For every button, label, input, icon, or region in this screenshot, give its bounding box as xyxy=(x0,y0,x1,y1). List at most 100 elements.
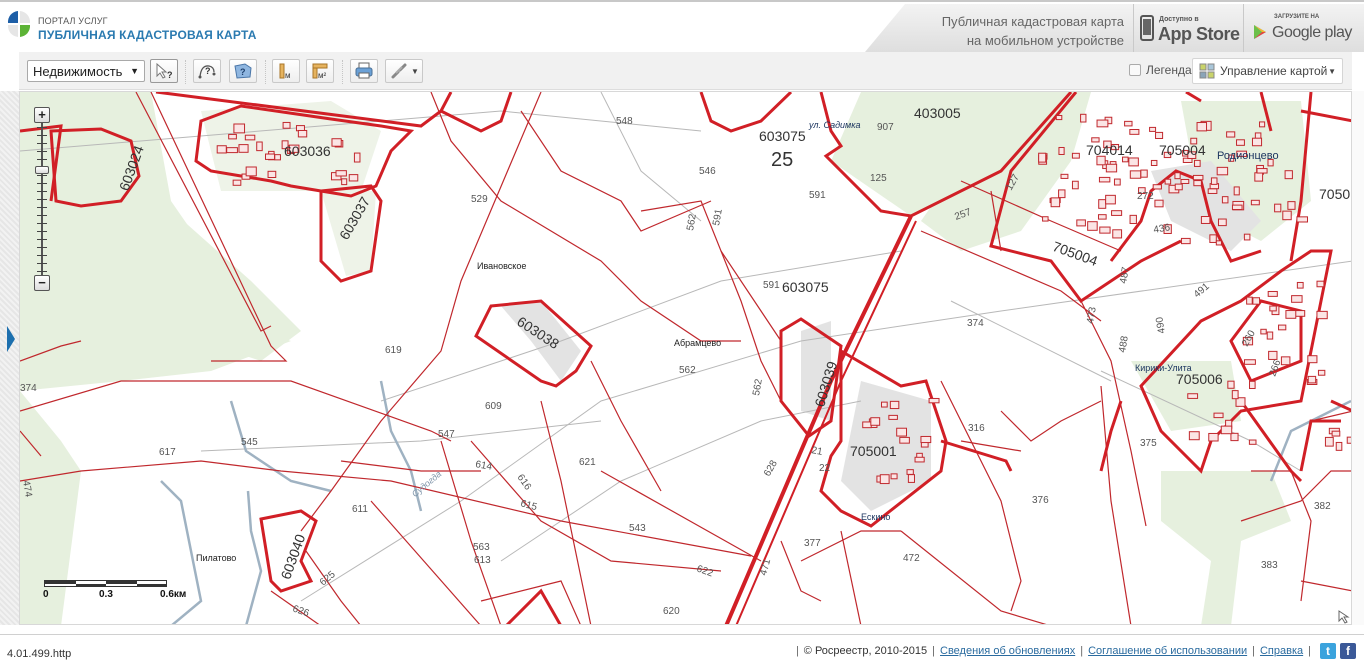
legend-toggle[interactable]: Легенда xyxy=(1129,63,1192,77)
building-outline xyxy=(282,121,291,129)
curve-question-icon: ? xyxy=(198,65,216,79)
zoom-out-button[interactable]: − xyxy=(34,275,50,291)
parcel-label: 487 xyxy=(1118,266,1132,285)
building-outline xyxy=(341,178,348,186)
zoom-in-button[interactable]: + xyxy=(34,107,50,123)
zoom-slider[interactable]: + − xyxy=(34,107,50,291)
building-outline xyxy=(1180,178,1190,184)
panel-expand-icon[interactable] xyxy=(7,326,15,352)
building-outline xyxy=(870,417,881,426)
building-outline xyxy=(1236,139,1245,146)
terms-link[interactable]: Соглашение об использовании xyxy=(1088,645,1247,657)
building-outline xyxy=(274,154,281,161)
identify-tool-button[interactable]: ? xyxy=(150,59,178,83)
building-outline xyxy=(1098,199,1107,209)
legend-checkbox[interactable] xyxy=(1129,64,1141,76)
identify-polygon-tool-button[interactable]: ? xyxy=(229,59,257,83)
portal-title[interactable]: ПУБЛИЧНАЯ КАДАСТРОВАЯ КАРТА xyxy=(38,28,257,42)
googleplay-button[interactable]: ЗАГРУЗИТЕ НА Google play xyxy=(1243,4,1364,52)
parcel-label: 545 xyxy=(241,437,258,448)
toolbar-separator xyxy=(342,60,343,84)
building-outline xyxy=(1254,132,1262,139)
building-outline xyxy=(238,144,249,153)
map-control-label: Управление картой xyxy=(1220,64,1328,78)
zoom-tick xyxy=(37,175,47,176)
appstore-button[interactable]: Доступно в App Store xyxy=(1133,4,1243,52)
identify-line-tool-button[interactable]: ? xyxy=(193,59,221,83)
building-outline xyxy=(1098,176,1111,183)
building-outline xyxy=(1282,210,1292,221)
building-outline xyxy=(1269,305,1277,312)
cadastral-map[interactable]: 603036 603037 603024 603038 603039 60304… xyxy=(19,91,1352,625)
quarter-label: 603075 xyxy=(759,128,806,144)
footer-separator: | xyxy=(795,645,799,657)
footer: 4.01.499.http | © Росреестр, 2010-2015 |… xyxy=(0,634,1364,668)
place-label: Абрамцево xyxy=(674,338,721,348)
map-control-dropdown[interactable]: Управление картой ▼ xyxy=(1192,58,1343,84)
building-outline xyxy=(233,123,246,134)
building-outline xyxy=(1129,128,1140,135)
scale-segment xyxy=(45,581,76,584)
place-label: Родионцево xyxy=(1217,150,1279,162)
building-outline xyxy=(1251,137,1263,147)
zoom-tick xyxy=(37,143,47,144)
zoom-tick xyxy=(37,159,47,160)
svg-text:?: ? xyxy=(240,67,246,77)
building-outline xyxy=(1050,197,1061,208)
measure-distance-tool-button[interactable]: м xyxy=(272,59,300,83)
building-outline xyxy=(1274,203,1282,213)
building-outline xyxy=(1250,199,1260,206)
building-outline xyxy=(1294,310,1306,317)
polygon-question-icon: ? xyxy=(234,63,252,79)
building-outline xyxy=(920,435,932,444)
building-outline xyxy=(1128,157,1139,167)
building-outline xyxy=(1287,201,1296,210)
zoom-tick xyxy=(37,199,47,200)
building-outline xyxy=(1254,172,1264,182)
building-outline xyxy=(1248,439,1257,445)
twitter-icon[interactable]: t xyxy=(1320,643,1336,659)
measure-area-tool-button[interactable]: м² xyxy=(306,59,334,83)
print-tool-button[interactable] xyxy=(350,59,378,83)
building-outline xyxy=(890,473,898,480)
scale-label: 0.3 xyxy=(99,589,113,600)
portal-logo[interactable] xyxy=(6,9,32,43)
svg-text:м: м xyxy=(285,71,291,80)
building-outline xyxy=(1296,216,1309,223)
building-outline xyxy=(906,469,914,475)
building-outline xyxy=(1174,172,1181,180)
building-outline xyxy=(228,133,237,140)
chain-link-icon xyxy=(391,63,407,79)
scale-label: 0 xyxy=(43,589,49,600)
building-outline xyxy=(1267,290,1278,297)
parcel-label: 616 xyxy=(515,472,534,492)
building-outline xyxy=(1038,152,1047,163)
parcel-label: 21 xyxy=(810,445,823,458)
promo-line-2: на мобильном устройстве xyxy=(966,33,1124,48)
link-tool-button[interactable]: ▼ xyxy=(385,59,423,83)
zoom-tick xyxy=(37,271,47,272)
footer-links: | © Росреестр, 2010-2015 | Сведения об о… xyxy=(791,643,1356,659)
parcel-label: 488 xyxy=(1117,335,1131,354)
parcel-label: 543 xyxy=(629,523,646,534)
building-outline xyxy=(1307,355,1318,364)
dropdown-arrow-icon: ▼ xyxy=(411,66,419,76)
building-outline xyxy=(1124,120,1133,127)
updates-link[interactable]: Сведения об обновлениях xyxy=(940,645,1075,657)
building-outline xyxy=(1129,170,1142,179)
parcel-label: 907 xyxy=(877,122,894,133)
facebook-icon[interactable]: f xyxy=(1340,643,1356,659)
building-outline xyxy=(1140,169,1148,178)
parcel-label: 591 xyxy=(809,190,826,201)
help-link[interactable]: Справка xyxy=(1260,645,1303,657)
map-canvas[interactable]: 603036 603037 603024 603038 603039 60304… xyxy=(20,92,1352,625)
parcel-label: 617 xyxy=(159,447,176,458)
building-outline xyxy=(1231,390,1239,400)
layer-select[interactable]: Недвижимость ▼ xyxy=(27,60,145,82)
quarter-label: 704014 xyxy=(1086,142,1133,158)
zoom-handle[interactable] xyxy=(35,165,49,174)
parcel-label: 563 xyxy=(473,542,490,553)
zoom-tick xyxy=(37,191,47,192)
scale-segment xyxy=(76,584,106,587)
building-outline xyxy=(1335,441,1343,451)
